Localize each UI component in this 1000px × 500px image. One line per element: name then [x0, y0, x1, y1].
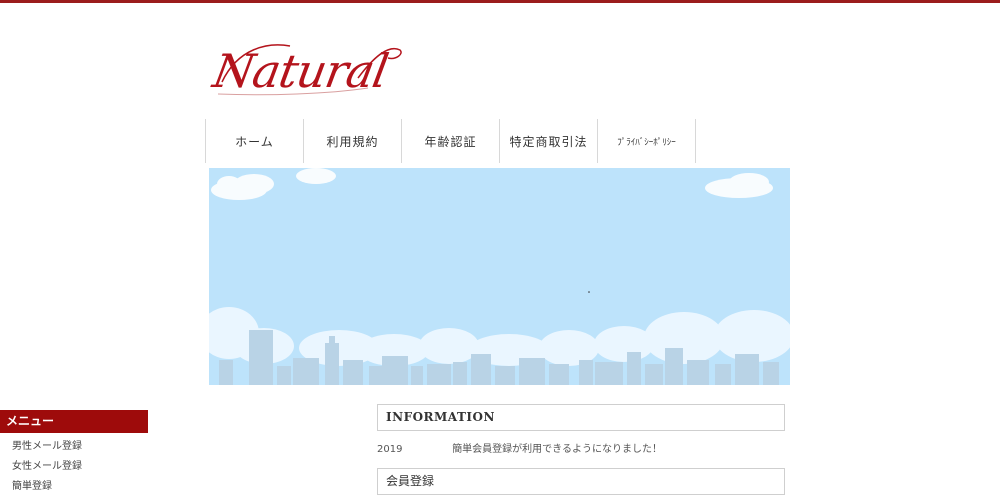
sidebar-item-easy-registration[interactable]: 簡単登録 — [12, 479, 82, 499]
site-logo[interactable]: Natural — [208, 38, 408, 102]
nav-age-verification[interactable]: 年齢認証 — [401, 119, 499, 163]
news-date: 2019 — [377, 444, 403, 455]
nav-home[interactable]: ホーム — [205, 119, 303, 163]
sidebar-item-female-registration[interactable]: 女性メール登録 — [12, 459, 82, 479]
nav-commercial-law[interactable]: 特定商取引法 — [499, 119, 597, 163]
sidebar-item-male-registration[interactable]: 男性メール登録 — [12, 439, 82, 459]
sidebar-menu: 男性メール登録 女性メール登録 簡単登録 — [12, 439, 82, 499]
member-registration-heading: 会員登録 — [377, 468, 785, 495]
top-accent-bar — [0, 0, 1000, 3]
logo-text: Natural — [209, 44, 392, 98]
main-nav: ホーム 利用規約 年齢認証 特定商取引法 ﾌﾟﾗｲﾊﾞｼｰﾎﾟﾘｼｰ — [205, 119, 696, 163]
nav-privacy-policy[interactable]: ﾌﾟﾗｲﾊﾞｼｰﾎﾟﾘｼｰ — [597, 119, 696, 163]
sidebar-menu-title: メニュー — [0, 410, 148, 433]
information-heading: INFORMATION — [377, 404, 785, 431]
hero-banner — [209, 168, 790, 385]
nav-terms[interactable]: 利用規約 — [303, 119, 401, 163]
news-item: 2019 簡単会員登録が利用できるようになりました！ — [377, 440, 662, 455]
sky-city-illustration — [209, 168, 790, 385]
news-text: 簡単会員登録が利用できるようになりました！ — [452, 444, 662, 455]
